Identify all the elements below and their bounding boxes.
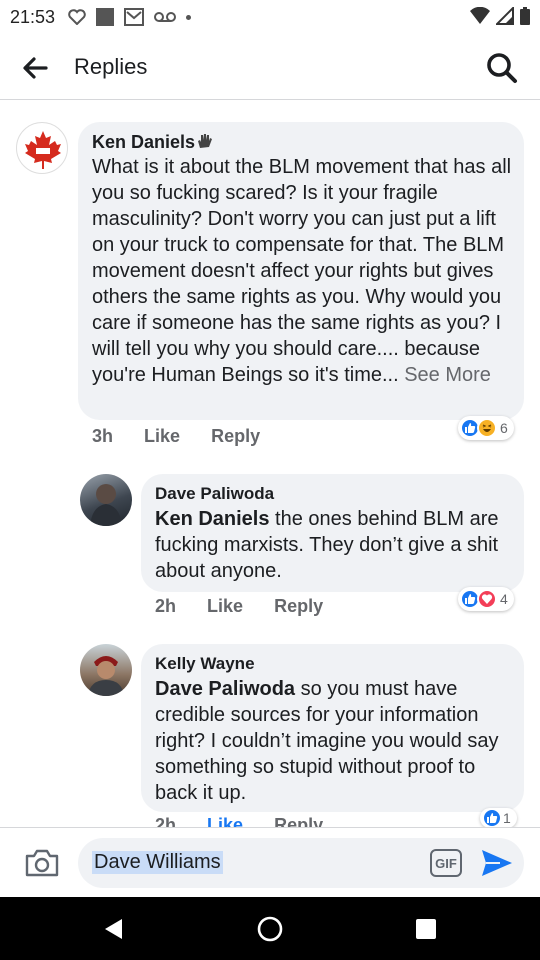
mention-link[interactable]: Ken Daniels xyxy=(155,508,269,530)
dot-icon xyxy=(186,14,191,20)
battery-icon xyxy=(520,7,530,25)
comment-actions: 2h Like Reply xyxy=(155,815,349,827)
reply-button[interactable]: Reply xyxy=(274,815,323,827)
reaction-summary[interactable]: 1 xyxy=(480,808,517,828)
comment-author[interactable]: Dave Paliwoda xyxy=(155,484,274,504)
app-header: Replies xyxy=(0,36,540,100)
reply-button[interactable]: Reply xyxy=(211,426,260,446)
back-arrow-icon[interactable] xyxy=(20,52,52,84)
comment-input[interactable]: Dave Williams GIF xyxy=(78,838,524,888)
avatar[interactable] xyxy=(80,474,132,526)
comment-input-value[interactable]: Dave Williams xyxy=(92,851,223,874)
person-photo-icon xyxy=(88,656,124,696)
comment-text: Dave Paliwoda so you must have credible … xyxy=(155,678,499,804)
person-photo-icon xyxy=(90,484,122,526)
notification-icons xyxy=(68,8,191,26)
reaction-count: 6 xyxy=(500,420,508,436)
like-reaction-icon xyxy=(482,808,502,828)
comment-bubble: Ken Daniels What is it about the BLM mov… xyxy=(78,122,524,420)
navigation-bar xyxy=(0,897,540,960)
comment-time: 3h xyxy=(92,426,114,446)
reply-composer: Dave Williams GIF xyxy=(0,827,540,897)
signal-icon xyxy=(496,7,514,25)
nav-home-icon[interactable] xyxy=(256,915,284,943)
system-status-icons xyxy=(470,6,530,26)
wifi-icon xyxy=(470,7,490,24)
comment-actions: 2h Like Reply xyxy=(155,596,349,617)
reaction-summary[interactable]: 6 xyxy=(458,416,514,440)
comment-author[interactable]: Ken Daniels xyxy=(92,132,195,153)
raised-hand-icon xyxy=(198,134,212,148)
send-icon[interactable] xyxy=(480,848,514,878)
maple-leaf-icon xyxy=(25,131,61,169)
reply-button[interactable]: Reply xyxy=(274,596,323,616)
mention-link[interactable]: Dave Paliwoda xyxy=(155,678,295,700)
comment-author[interactable]: Kelly Wayne xyxy=(155,654,255,674)
reaction-summary[interactable]: 4 xyxy=(458,587,514,611)
nav-recents-icon[interactable] xyxy=(416,919,436,939)
nav-back-icon[interactable] xyxy=(102,917,124,941)
like-button[interactable]: Like xyxy=(144,426,180,446)
search-icon[interactable] xyxy=(484,50,520,86)
status-bar: 21:53 xyxy=(0,0,540,36)
voicemail-icon xyxy=(154,12,176,22)
camera-icon[interactable] xyxy=(24,848,60,878)
comment-text: Ken Daniels the ones behind BLM are fuck… xyxy=(155,508,499,582)
haha-reaction-icon xyxy=(477,418,497,438)
comment-time: 2h xyxy=(155,815,177,827)
comment-bubble: Kelly Wayne Dave Paliwoda so you must ha… xyxy=(141,644,524,812)
avatar[interactable] xyxy=(16,122,68,174)
comment-text: What is it about the BLM movement that h… xyxy=(92,156,512,386)
status-time: 21:53 xyxy=(10,7,56,27)
see-more-link[interactable]: See More xyxy=(404,364,491,386)
gif-button[interactable]: GIF xyxy=(430,849,462,877)
comment-actions: 3h Like Reply xyxy=(92,426,286,447)
reaction-count: 4 xyxy=(500,591,508,607)
like-button[interactable]: Like xyxy=(207,596,243,616)
love-reaction-icon xyxy=(477,589,497,609)
avatar[interactable] xyxy=(80,644,132,696)
like-button[interactable]: Like xyxy=(207,815,243,827)
square-app-icon xyxy=(96,8,114,26)
page-title: Replies xyxy=(74,54,148,79)
mail-icon xyxy=(124,8,144,26)
comment-time: 2h xyxy=(155,596,177,616)
heart-outline-icon xyxy=(68,9,86,25)
reaction-count: 1 xyxy=(503,810,511,826)
comment-bubble: Dave Paliwoda Ken Daniels the ones behin… xyxy=(141,474,524,592)
